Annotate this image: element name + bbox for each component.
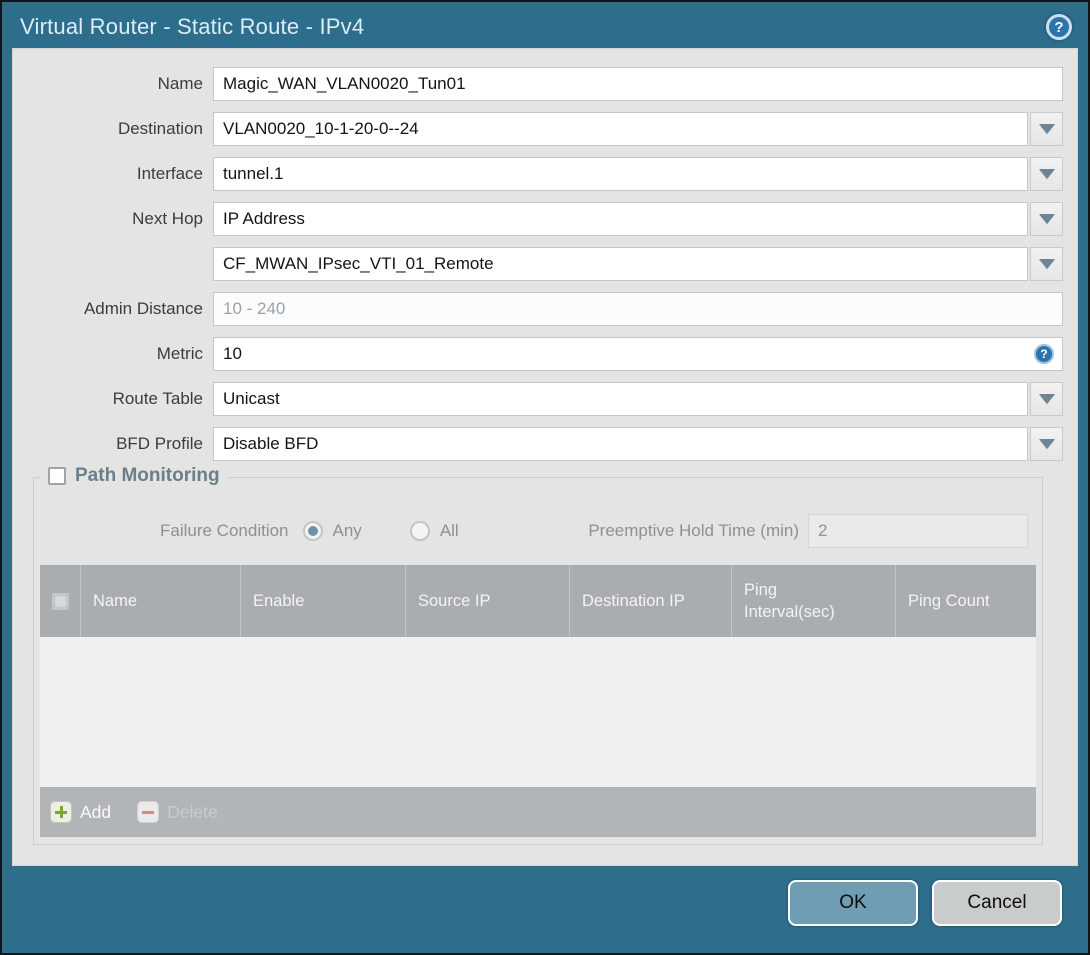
- header-cell-enable: Enable: [240, 565, 405, 637]
- next-hop-address-row: [13, 247, 1063, 281]
- cancel-button[interactable]: Cancel: [932, 880, 1062, 926]
- failure-condition-label: Failure Condition: [160, 521, 289, 540]
- bfd-profile-input[interactable]: [213, 427, 1028, 461]
- metric-input[interactable]: [213, 337, 1063, 371]
- name-input[interactable]: [213, 67, 1063, 101]
- admin-distance-row: Admin Distance: [13, 292, 1063, 326]
- bfd-profile-row: BFD Profile: [13, 427, 1063, 461]
- chevron-down-icon: [1038, 439, 1055, 449]
- preemptive-hold-time-input[interactable]: [808, 514, 1028, 548]
- destination-dropdown-button[interactable]: [1030, 112, 1063, 146]
- path-monitoring-checkbox[interactable]: [48, 467, 66, 485]
- header-cell-name: Name: [80, 565, 240, 637]
- bfd-profile-dropdown-button[interactable]: [1030, 427, 1063, 461]
- interface-input[interactable]: [213, 157, 1028, 191]
- header-cell-ping-count: Ping Count: [895, 565, 1036, 637]
- metric-row: Metric ?: [13, 337, 1063, 371]
- name-row: Name: [13, 67, 1063, 101]
- destination-row: Destination: [13, 112, 1063, 146]
- metric-label: Metric: [156, 344, 203, 363]
- table-header-row: Name Enable Source IP Destination IP Pin…: [40, 565, 1036, 637]
- failure-condition-row: Failure Condition Any All Preemptive Hol…: [40, 508, 1036, 548]
- next-hop-row: Next Hop: [13, 202, 1063, 236]
- minus-icon: [137, 801, 160, 823]
- failure-condition-any-radio[interactable]: [302, 521, 323, 541]
- add-button[interactable]: Add: [50, 801, 111, 823]
- route-table-row: Route Table: [13, 382, 1063, 416]
- failure-condition-radio-group: Any All: [302, 521, 497, 541]
- dialog-titlebar: Virtual Router - Static Route - IPv4 ?: [2, 2, 1088, 48]
- chevron-down-icon: [1038, 214, 1055, 224]
- path-monitoring-title: Path Monitoring: [75, 465, 220, 486]
- table-body-empty: [40, 637, 1036, 787]
- next-hop-address-input[interactable]: [213, 247, 1028, 281]
- help-icon[interactable]: ?: [1046, 14, 1072, 40]
- path-monitoring-table: Name Enable Source IP Destination IP Pin…: [40, 565, 1036, 837]
- path-monitoring-section: Path Monitoring Failure Condition Any Al…: [33, 465, 1043, 845]
- interface-row: Interface: [13, 157, 1063, 191]
- dialog-content: Name Destination Interface: [12, 48, 1078, 866]
- bfd-profile-label: BFD Profile: [116, 434, 203, 453]
- admin-distance-input[interactable]: [213, 292, 1063, 326]
- header-cell-ping-interval: Ping Interval(sec): [731, 565, 895, 637]
- chevron-down-icon: [1038, 394, 1055, 404]
- preemptive-hold-time-label: Preemptive Hold Time (min): [588, 521, 799, 540]
- static-route-dialog: Virtual Router - Static Route - IPv4 ? N…: [0, 0, 1090, 955]
- dialog-title: Virtual Router - Static Route - IPv4: [20, 14, 365, 39]
- destination-input[interactable]: [213, 112, 1028, 146]
- chevron-down-icon: [1038, 259, 1055, 269]
- delete-button[interactable]: Delete: [137, 801, 218, 823]
- chevron-down-icon: [1038, 124, 1055, 134]
- next-hop-type-input[interactable]: [213, 202, 1028, 236]
- next-hop-dropdown-button[interactable]: [1030, 202, 1063, 236]
- failure-condition-all-radio[interactable]: [409, 521, 430, 541]
- route-table-dropdown-button[interactable]: [1030, 382, 1063, 416]
- plus-icon: [50, 801, 72, 823]
- interface-label: Interface: [136, 164, 203, 183]
- chevron-down-icon: [1038, 169, 1055, 179]
- destination-label: Destination: [117, 119, 203, 138]
- header-cell-select: [40, 565, 80, 637]
- path-monitoring-legend: Path Monitoring: [40, 465, 228, 487]
- table-toolbar: Add Delete: [40, 787, 1036, 837]
- route-table-label: Route Table: [112, 389, 203, 408]
- header-cell-source-ip: Source IP: [405, 565, 569, 637]
- failure-condition-any-label: Any: [332, 521, 362, 540]
- select-all-checkbox[interactable]: [51, 592, 69, 610]
- name-label: Name: [157, 74, 203, 93]
- header-cell-destination-ip: Destination IP: [569, 565, 731, 637]
- ok-button[interactable]: OK: [788, 880, 918, 926]
- next-hop-label: Next Hop: [132, 209, 203, 228]
- metric-help-icon[interactable]: ?: [1034, 344, 1054, 364]
- next-hop-address-dropdown-button[interactable]: [1030, 247, 1063, 281]
- failure-condition-all-label: All: [439, 521, 459, 540]
- dialog-footer: OK Cancel: [2, 866, 1088, 953]
- route-table-input[interactable]: [213, 382, 1028, 416]
- interface-dropdown-button[interactable]: [1030, 157, 1063, 191]
- radio-dot: [307, 526, 318, 536]
- admin-distance-label: Admin Distance: [83, 299, 203, 318]
